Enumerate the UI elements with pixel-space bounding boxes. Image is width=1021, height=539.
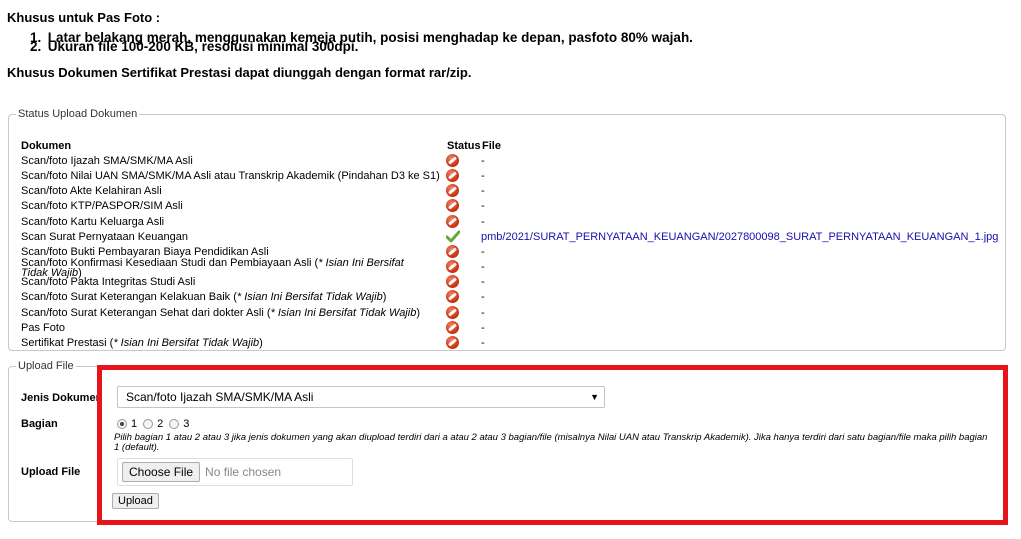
file-placeholder: - bbox=[481, 245, 485, 258]
document-name-text: Pas Foto bbox=[21, 321, 66, 334]
rule-item: 2. Ukuran file 100-200 KB, resolusi mini… bbox=[30, 39, 358, 54]
document-name: Scan/foto Surat Keterangan Kelakuan Baik… bbox=[21, 291, 387, 304]
document-name-text: Scan/foto Surat Keterangan Sehat dari do… bbox=[21, 306, 264, 319]
document-name-text: Scan/foto Nilai UAN SMA/SMK/MA Asli atau… bbox=[21, 170, 440, 183]
checkmark-icon bbox=[446, 230, 460, 244]
file-placeholder: - bbox=[481, 306, 485, 319]
pas-foto-title: Khusus untuk Pas Foto : bbox=[7, 10, 161, 25]
file-placeholder: - bbox=[481, 185, 485, 198]
status-upload-fieldset: Status Upload Dokumen Dokumen Status Fil… bbox=[8, 108, 1006, 351]
sertifikat-note: Khusus Dokumen Sertifikat Prestasi dapat… bbox=[7, 65, 472, 80]
optional-note: * Isian Ini Bersifat Tidak Wajib bbox=[113, 336, 260, 349]
file-placeholder: - bbox=[481, 276, 485, 289]
not-uploaded-icon bbox=[446, 260, 460, 274]
file-placeholder: - bbox=[481, 291, 485, 304]
file-placeholder: - bbox=[481, 200, 485, 213]
document-name-text: Scan/foto Ijazah SMA/SMK/MA Asli bbox=[21, 155, 193, 167]
col-status: Status bbox=[447, 140, 481, 152]
not-uploaded-icon bbox=[446, 154, 460, 168]
file-placeholder: - bbox=[481, 261, 485, 274]
not-uploaded-icon bbox=[446, 244, 460, 259]
optional-note: * Isian Ini Bersifat Tidak Wajib bbox=[236, 291, 383, 304]
document-name: Scan/foto KTP/PASPOR/SIM Asli bbox=[21, 199, 451, 214]
document-name-text: Scan/foto Kartu Keluarga Asli bbox=[21, 215, 165, 228]
not-uploaded-icon bbox=[446, 335, 460, 350]
document-name: Scan/foto Nilai UAN SMA/SMK/MA Asli atau… bbox=[21, 169, 451, 184]
file-placeholder: - bbox=[481, 336, 485, 349]
document-name-text: Scan/foto Akte Kelahiran Asli bbox=[21, 185, 162, 198]
document-name: Scan/foto Surat Keterangan Sehat dari do… bbox=[21, 306, 420, 319]
not-uploaded-icon bbox=[446, 169, 460, 183]
highlight-frame bbox=[97, 365, 1008, 525]
optional-note: * Isian Ini Bersifat Tidak Wajib bbox=[270, 306, 417, 319]
document-name-text: Scan/foto Pakta Integritas Studi Asli bbox=[21, 276, 196, 289]
file-placeholder: - bbox=[481, 321, 485, 334]
file-placeholder: - bbox=[481, 215, 485, 228]
not-uploaded-icon bbox=[446, 199, 460, 213]
col-file: File bbox=[482, 140, 501, 152]
file-placeholder: - bbox=[481, 170, 485, 183]
not-uploaded-icon bbox=[446, 320, 460, 335]
document-name: Scan/foto Ijazah SMA/SMK/MA Asli bbox=[21, 154, 451, 169]
document-name: Pas Foto bbox=[21, 321, 451, 336]
document-name: Scan/foto Akte Kelahiran Asli bbox=[21, 184, 451, 199]
document-name-text: Sertifikat Prestasi bbox=[21, 336, 107, 349]
file-placeholder: - bbox=[481, 155, 485, 167]
not-uploaded-icon bbox=[446, 290, 460, 304]
col-dokumen: Dokumen bbox=[21, 140, 72, 152]
not-uploaded-icon bbox=[446, 184, 460, 198]
upload-file-legend: Upload File bbox=[18, 360, 74, 372]
document-name: Scan Surat Pernyataan Keuangan bbox=[21, 230, 451, 245]
jenis-dokumen-label: Jenis Dokumen bbox=[21, 392, 103, 404]
document-name-text: Scan Surat Pernyataan Keuangan bbox=[21, 230, 188, 243]
document-name-text: Scan/foto Surat Keterangan Kelakuan Baik bbox=[21, 291, 231, 304]
document-name: Scan/foto Pakta Integritas Studi Asli bbox=[21, 275, 451, 290]
status-upload-legend: Status Upload Dokumen bbox=[18, 108, 138, 120]
not-uploaded-icon bbox=[446, 305, 460, 320]
file-link[interactable]: pmb/2021/SURAT_PERNYATAAN_KEUANGAN/20278… bbox=[481, 230, 998, 245]
document-name-text: Scan/foto KTP/PASPOR/SIM Asli bbox=[21, 200, 183, 213]
rule-text: Ukuran file 100-200 KB, resolusi minimal… bbox=[47, 39, 359, 54]
document-name: Sertifikat Prestasi (* Isian Ini Bersifa… bbox=[21, 336, 263, 349]
document-name: Scan/foto Kartu Keluarga Asli bbox=[21, 215, 451, 230]
upload-file-label: Upload File bbox=[21, 466, 81, 478]
not-uploaded-icon bbox=[446, 275, 460, 289]
rule-number: 2. bbox=[30, 39, 42, 54]
bagian-label: Bagian bbox=[21, 418, 58, 430]
not-uploaded-icon bbox=[446, 214, 460, 229]
